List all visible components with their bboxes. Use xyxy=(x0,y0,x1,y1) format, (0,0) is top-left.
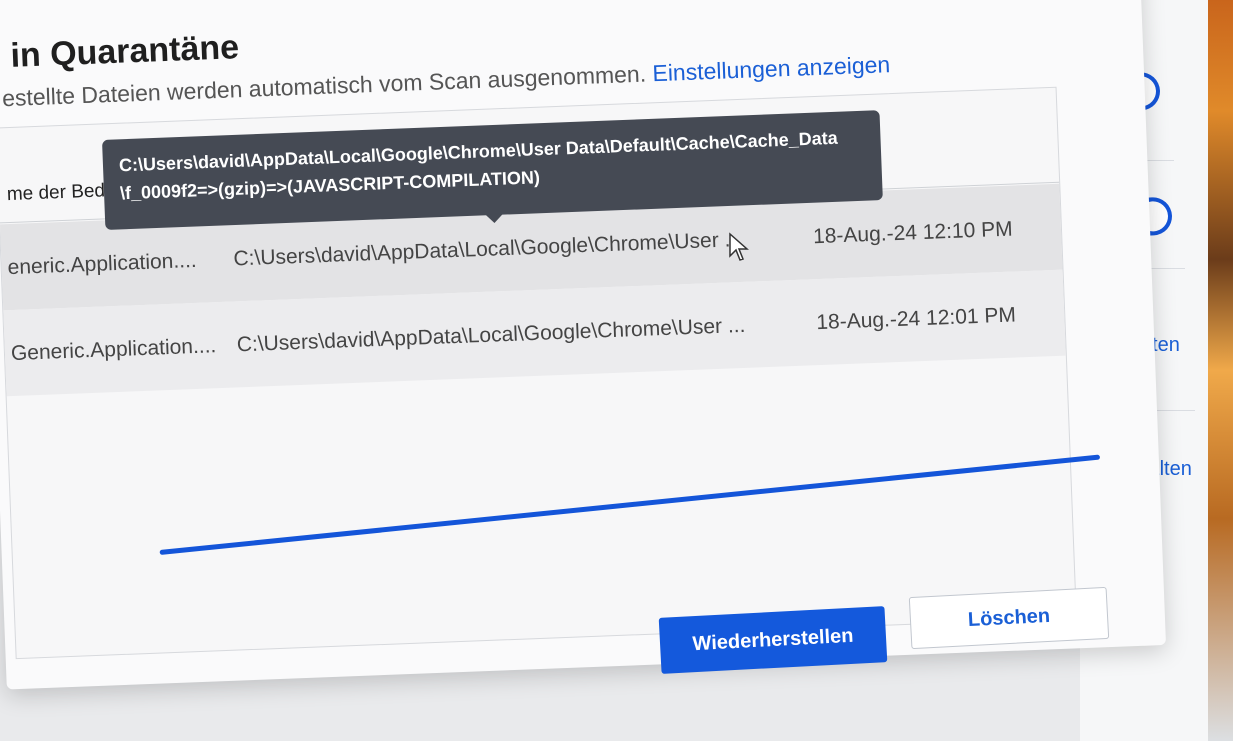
restore-button[interactable]: Wiederherstellen xyxy=(658,606,888,674)
mouse-cursor-icon xyxy=(729,232,749,261)
row-name: Generic.Application.... xyxy=(10,334,217,366)
row-name: eneric.Application.... xyxy=(7,248,198,280)
row-path: C:\Users\david\AppData\Local\Google\Chro… xyxy=(233,227,743,271)
settings-link[interactable]: Einstellungen anzeigen xyxy=(652,51,891,86)
tooltip-arrow xyxy=(485,213,504,224)
row-path: C:\Users\david\AppData\Local\Google\Chro… xyxy=(236,313,746,357)
delete-button[interactable]: Löschen xyxy=(908,586,1110,650)
row-date: 18-Aug.-24 12:10 PM xyxy=(812,217,1014,249)
column-header-name[interactable]: me der Bed xyxy=(6,180,105,206)
dialog-title: in Quarantäne xyxy=(9,28,240,75)
quarantine-dialog: in Quarantäne estellte Dateien werden au… xyxy=(0,0,1167,690)
row-date: 18-Aug.-24 12:01 PM xyxy=(815,303,1017,335)
